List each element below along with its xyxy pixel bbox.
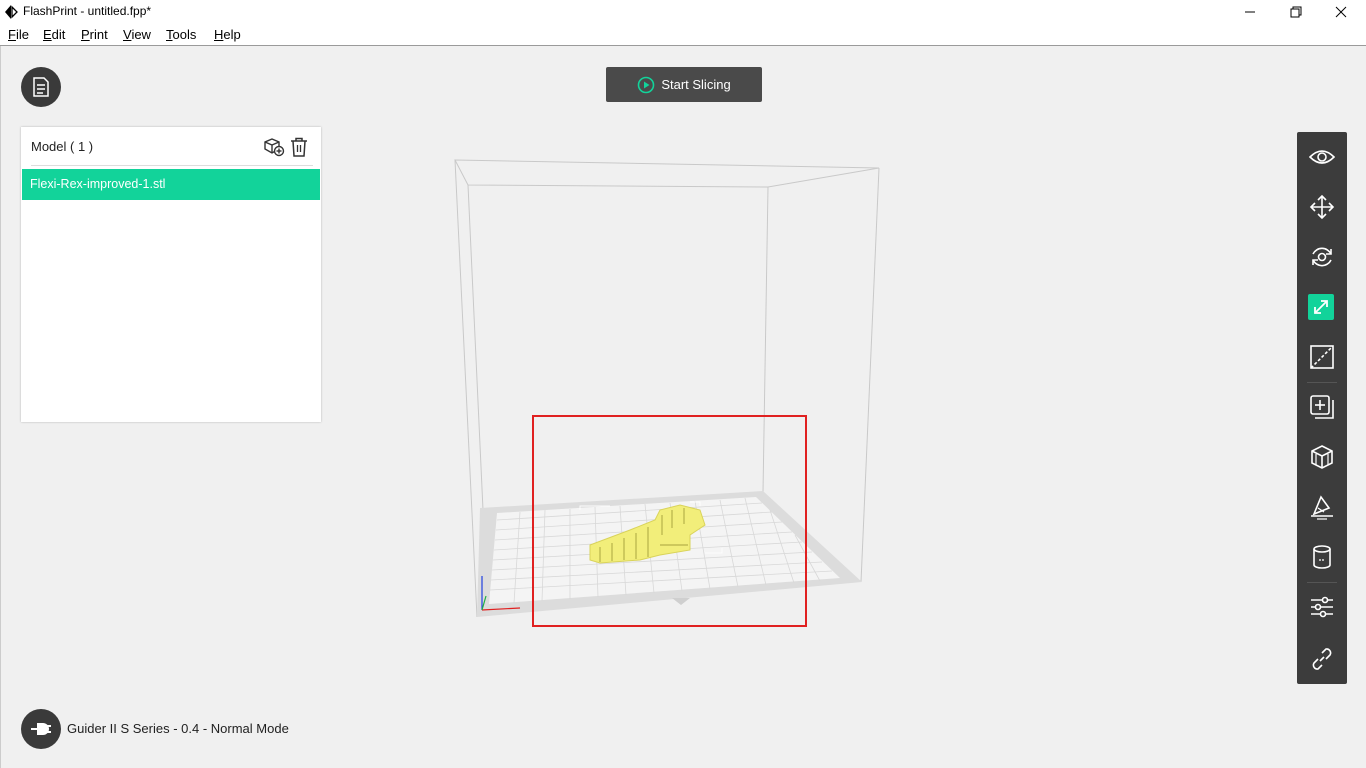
rotate-tool-button[interactable] — [1306, 241, 1338, 273]
printer-profile-label[interactable]: Guider II S Series - 0.4 - Normal Mode — [67, 721, 289, 736]
trash-icon — [291, 137, 307, 157]
play-icon — [638, 76, 655, 93]
cylinder-icon — [1313, 545, 1331, 569]
scale-tool-button[interactable] — [1308, 294, 1334, 320]
settings-sliders-icon — [1311, 596, 1333, 618]
model-list-panel: Model ( 1 ) Flexi-Rex-improved-1.stl — [21, 127, 321, 422]
supports-icon — [1311, 445, 1333, 469]
link-icon — [1312, 648, 1332, 670]
add-copy-tool-button[interactable] — [1306, 391, 1338, 423]
cut-tool-button[interactable] — [1306, 341, 1338, 373]
toolbar-separator — [1307, 582, 1337, 583]
scale-icon — [1314, 300, 1328, 314]
move-tool-button[interactable] — [1306, 191, 1338, 223]
delete-model-button[interactable] — [288, 136, 310, 158]
view-tool-button[interactable] — [1306, 141, 1338, 173]
panel-divider — [31, 165, 313, 166]
document-icon — [33, 77, 49, 97]
add-copy-icon — [1310, 395, 1334, 419]
settings-tool-button[interactable] — [1306, 591, 1338, 623]
cylinder-tool-button[interactable] — [1306, 541, 1338, 573]
link-tool-button[interactable] — [1306, 643, 1338, 675]
project-file-button[interactable] — [21, 67, 61, 107]
model-highlight-box — [532, 415, 807, 627]
add-model-button[interactable] — [263, 136, 285, 158]
add-model-icon — [264, 138, 285, 157]
start-slicing-label: Start Slicing — [661, 77, 731, 92]
supports-tool-button[interactable] — [1306, 441, 1338, 473]
lay-flat-tool-button[interactable] — [1306, 491, 1338, 523]
printer-connect-button[interactable] — [21, 709, 61, 749]
model-list-item[interactable]: Flexi-Rex-improved-1.stl — [22, 169, 320, 200]
plug-icon — [31, 723, 51, 735]
eye-icon — [1309, 150, 1335, 164]
toolbar-separator — [1307, 382, 1337, 383]
move-icon — [1309, 194, 1335, 220]
right-toolbar — [1297, 132, 1347, 684]
start-slicing-button[interactable]: Start Slicing — [606, 67, 762, 102]
lay-flat-icon — [1311, 495, 1333, 520]
rotate-icon — [1312, 247, 1332, 267]
cut-icon — [1310, 345, 1334, 369]
model-count-header: Model ( 1 ) — [31, 139, 94, 154]
